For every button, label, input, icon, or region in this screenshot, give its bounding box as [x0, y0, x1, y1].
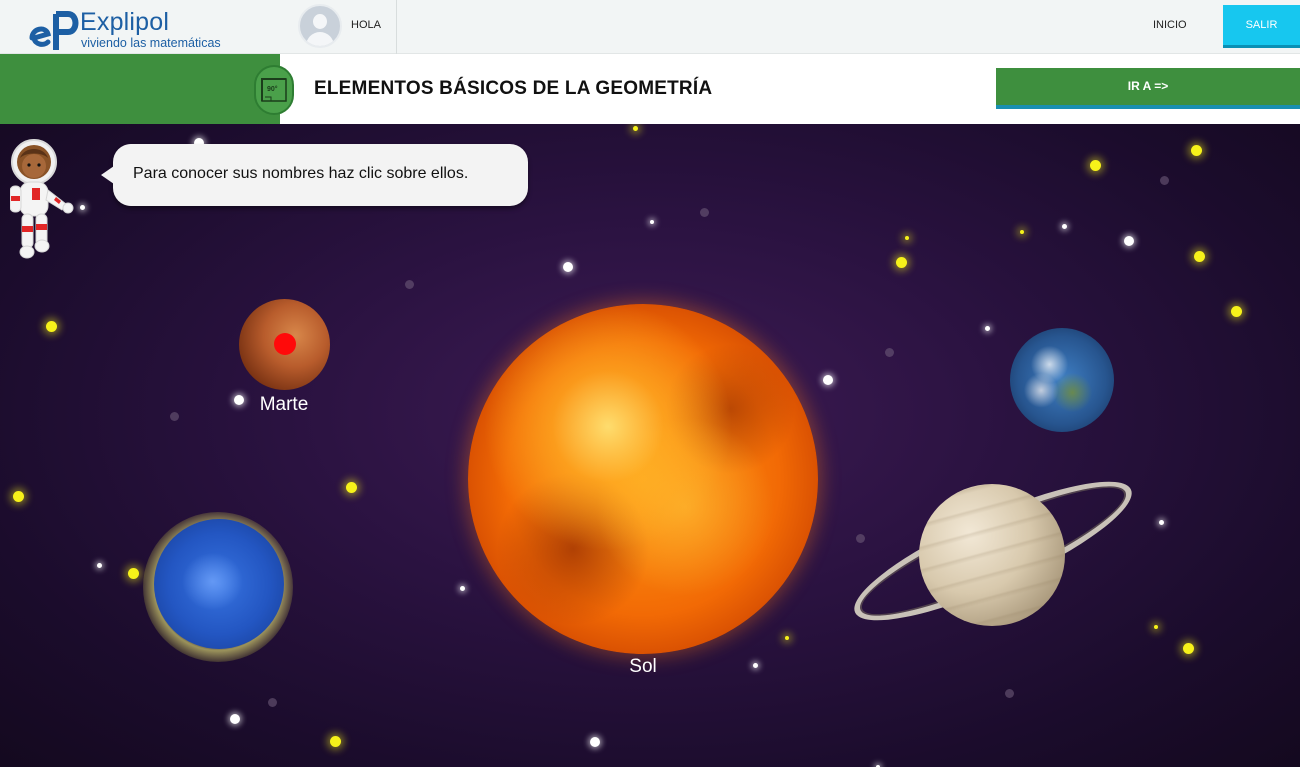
star-decoration [80, 205, 85, 210]
goto-button[interactable]: IR A => [996, 68, 1300, 109]
star-decoration [1160, 176, 1169, 185]
user-greeting: HOLA [351, 19, 381, 31]
star-decoration [753, 663, 758, 668]
svg-text:90°: 90° [267, 85, 278, 93]
star-decoration [268, 698, 277, 707]
star-decoration [330, 736, 341, 747]
star-decoration [170, 412, 179, 421]
ep-logo-mark-icon [29, 11, 79, 50]
star-decoration [700, 208, 709, 217]
saturn-planet[interactable] [840, 457, 1146, 645]
star-decoration [1194, 251, 1205, 262]
sun-planet[interactable] [468, 304, 818, 654]
title-accent-block [0, 54, 280, 124]
user-box: HOLA [297, 0, 397, 54]
exit-button[interactable]: SALIR [1223, 5, 1300, 48]
brand-tagline: viviendo las matemáticas [81, 36, 221, 50]
sun-label: Sol [629, 656, 657, 677]
star-decoration [405, 280, 414, 289]
star-decoration [633, 126, 638, 131]
star-decoration [1154, 625, 1158, 629]
star-decoration [128, 568, 139, 579]
mars-label: Marte [259, 394, 309, 415]
avatar-head-shape [313, 14, 327, 29]
protractor-90-icon: 90° [261, 78, 287, 102]
nav-home-link[interactable]: INICIO [1153, 19, 1187, 31]
star-decoration [1124, 236, 1134, 246]
lesson-title-bar: 90° ELEMENTOS BÁSICOS DE LA GEOMETRÍA IR… [0, 54, 1300, 124]
lesson-badge: 90° [254, 65, 294, 115]
star-decoration [896, 257, 907, 268]
neptune-planet[interactable] [154, 519, 284, 649]
star-decoration [460, 586, 465, 591]
star-decoration [1090, 160, 1101, 171]
star-decoration [97, 563, 102, 568]
star-decoration [13, 491, 24, 502]
earth-planet[interactable] [1010, 328, 1114, 432]
star-decoration [590, 737, 600, 747]
star-decoration [346, 482, 357, 493]
star-decoration [650, 220, 654, 224]
mars-location-marker[interactable] [274, 333, 296, 355]
page-title: ELEMENTOS BÁSICOS DE LA GEOMETRÍA [314, 78, 713, 99]
saturn-body [919, 484, 1065, 626]
star-decoration [1020, 230, 1024, 234]
avatar-body-shape [306, 32, 334, 46]
instruction-text: Para conocer sus nombres haz clic sobre … [133, 165, 469, 182]
star-decoration [234, 395, 244, 405]
star-decoration [905, 236, 909, 240]
star-decoration [563, 262, 573, 272]
brand-name: Explipol [80, 8, 170, 36]
star-decoration [785, 636, 789, 640]
star-decoration [1183, 643, 1194, 654]
explipol-logo[interactable]: Explipol viviendo las matemáticas [28, 6, 228, 50]
astronaut-guide-icon[interactable] [10, 138, 74, 262]
star-decoration [46, 321, 57, 332]
star-decoration [823, 375, 833, 385]
star-decoration [985, 326, 990, 331]
instruction-speech-bubble: Para conocer sus nombres haz clic sobre … [101, 144, 528, 206]
solar-system-scene: Para conocer sus nombres haz clic sobre … [0, 124, 1300, 767]
star-decoration [1005, 689, 1014, 698]
avatar[interactable] [298, 4, 342, 48]
star-decoration [885, 348, 894, 357]
star-decoration [1062, 224, 1067, 229]
star-decoration [1231, 306, 1242, 317]
top-header: Explipol viviendo las matemáticas HOLA I… [0, 0, 1300, 54]
star-decoration [1191, 145, 1202, 156]
star-decoration [230, 714, 240, 724]
star-decoration [1159, 520, 1164, 525]
